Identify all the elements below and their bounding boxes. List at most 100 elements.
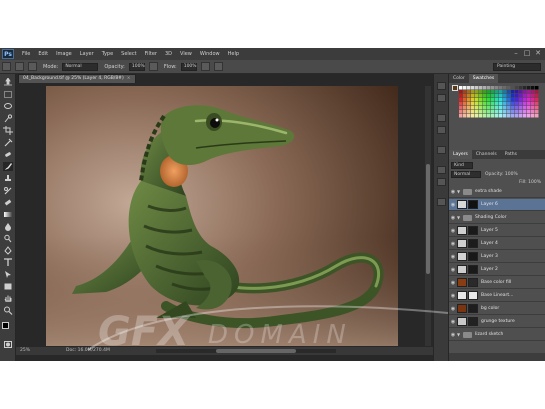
swatch[interactable]: [463, 94, 467, 98]
swatch[interactable]: [475, 106, 479, 110]
swatch[interactable]: [499, 86, 503, 90]
swatch[interactable]: [479, 94, 483, 98]
swatch[interactable]: [503, 98, 507, 102]
swatch[interactable]: [507, 94, 511, 98]
layer-thumbnail[interactable]: [457, 304, 467, 313]
pressure-size-icon[interactable]: [213, 62, 223, 71]
visibility-eye-icon[interactable]: ◉: [449, 280, 457, 286]
swatch[interactable]: [503, 102, 507, 106]
workspace-select[interactable]: Painting: [493, 63, 541, 71]
swatch[interactable]: [515, 102, 519, 106]
swatch[interactable]: [503, 106, 507, 110]
eyedropper-tool-icon[interactable]: [3, 138, 13, 147]
swatch[interactable]: [491, 94, 495, 98]
swatch[interactable]: [487, 106, 491, 110]
layer-row[interactable]: ◉ Base Lineart...: [449, 290, 545, 302]
swatch[interactable]: [463, 90, 467, 94]
layer-row[interactable]: ◉ Layer 4: [449, 238, 545, 250]
swatch[interactable]: [495, 94, 499, 98]
swatch[interactable]: [531, 102, 535, 106]
brush-presets-icon[interactable]: [437, 126, 446, 134]
visibility-eye-icon[interactable]: ◉: [449, 241, 457, 247]
swatch[interactable]: [479, 106, 483, 110]
swatch[interactable]: [535, 114, 539, 118]
swatch[interactable]: [511, 86, 515, 90]
layer-row[interactable]: ◉ Layer 5: [449, 225, 545, 237]
layer-thumbnail[interactable]: [457, 239, 467, 248]
swatch[interactable]: [519, 114, 523, 118]
horizontal-scroll-thumb[interactable]: [216, 349, 296, 353]
layer-group-row[interactable]: ◉ ▼ lizard sketch: [449, 329, 545, 341]
pressure-opacity-icon[interactable]: [148, 62, 158, 71]
swatch[interactable]: [495, 86, 499, 90]
lasso-tool-icon[interactable]: [3, 102, 13, 111]
swatch[interactable]: [531, 114, 535, 118]
brush-panel-icon[interactable]: [437, 114, 446, 122]
swatch[interactable]: [515, 110, 519, 114]
swatch[interactable]: [487, 110, 491, 114]
marquee-tool-icon[interactable]: [3, 90, 13, 99]
swatch[interactable]: [499, 110, 503, 114]
swatch[interactable]: [467, 98, 471, 102]
swatch[interactable]: [527, 106, 531, 110]
clone-source-icon[interactable]: [437, 146, 446, 154]
swatch[interactable]: [475, 90, 479, 94]
swatch[interactable]: [467, 90, 471, 94]
swatch[interactable]: [531, 110, 535, 114]
swatch[interactable]: [535, 98, 539, 102]
brush-size-icon[interactable]: [15, 62, 24, 71]
blur-tool-icon[interactable]: [3, 222, 13, 231]
swatch[interactable]: [471, 102, 475, 106]
visibility-eye-icon[interactable]: ◉: [449, 293, 457, 299]
layer-mask-thumbnail[interactable]: [468, 226, 478, 235]
swatch[interactable]: [471, 114, 475, 118]
layer-mask-thumbnail[interactable]: [468, 252, 478, 261]
layer-fill-label[interactable]: Fill: 100%: [519, 180, 541, 185]
path-selection-tool-icon[interactable]: [3, 270, 13, 279]
swatch[interactable]: [499, 90, 503, 94]
tab-close-icon[interactable]: ×: [127, 76, 131, 81]
zoom-level[interactable]: 25%: [20, 347, 30, 355]
swatch[interactable]: [523, 94, 527, 98]
swatch[interactable]: [471, 86, 475, 90]
layer-mask-thumbnail[interactable]: [468, 278, 478, 287]
swatch[interactable]: [507, 106, 511, 110]
swatch[interactable]: [507, 86, 511, 90]
swatch[interactable]: [487, 102, 491, 106]
swatch[interactable]: [483, 102, 487, 106]
swatch[interactable]: [483, 98, 487, 102]
swatch[interactable]: [519, 110, 523, 114]
swatch[interactable]: [507, 98, 511, 102]
swatch[interactable]: [519, 106, 523, 110]
layer-row[interactable]: ◉ grunge texture: [449, 316, 545, 328]
swatch[interactable]: [507, 114, 511, 118]
menu-file[interactable]: File: [18, 51, 34, 57]
swatch[interactable]: [523, 106, 527, 110]
swatch[interactable]: [519, 86, 523, 90]
layer-row[interactable]: ◉ Layer 2: [449, 264, 545, 276]
swatch[interactable]: [459, 98, 463, 102]
layer-mask-thumbnail[interactable]: [468, 291, 478, 300]
blend-mode-select[interactable]: Normal: [451, 171, 481, 178]
visibility-eye-icon[interactable]: ◉: [449, 202, 457, 208]
swatch[interactable]: [531, 86, 535, 90]
layer-mask-thumbnail[interactable]: [468, 304, 478, 313]
swatch[interactable]: [459, 110, 463, 114]
visibility-eye-icon[interactable]: ◉: [449, 267, 457, 273]
vertical-scrollbar[interactable]: [425, 86, 431, 346]
swatch[interactable]: [511, 102, 515, 106]
swatch[interactable]: [463, 114, 467, 118]
visibility-eye-icon[interactable]: ◉: [449, 189, 457, 195]
swatch[interactable]: [535, 102, 539, 106]
layer-mask-thumbnail[interactable]: [468, 317, 478, 326]
swatch[interactable]: [519, 90, 523, 94]
swatch[interactable]: [495, 114, 499, 118]
swatch[interactable]: [503, 86, 507, 90]
layer-thumbnail[interactable]: [457, 200, 467, 209]
swatch[interactable]: [463, 106, 467, 110]
swatch[interactable]: [527, 114, 531, 118]
menu-window[interactable]: Window: [196, 51, 224, 57]
swatch[interactable]: [499, 98, 503, 102]
mode-select[interactable]: Normal: [62, 62, 99, 71]
actions-panel-icon[interactable]: [437, 94, 446, 102]
